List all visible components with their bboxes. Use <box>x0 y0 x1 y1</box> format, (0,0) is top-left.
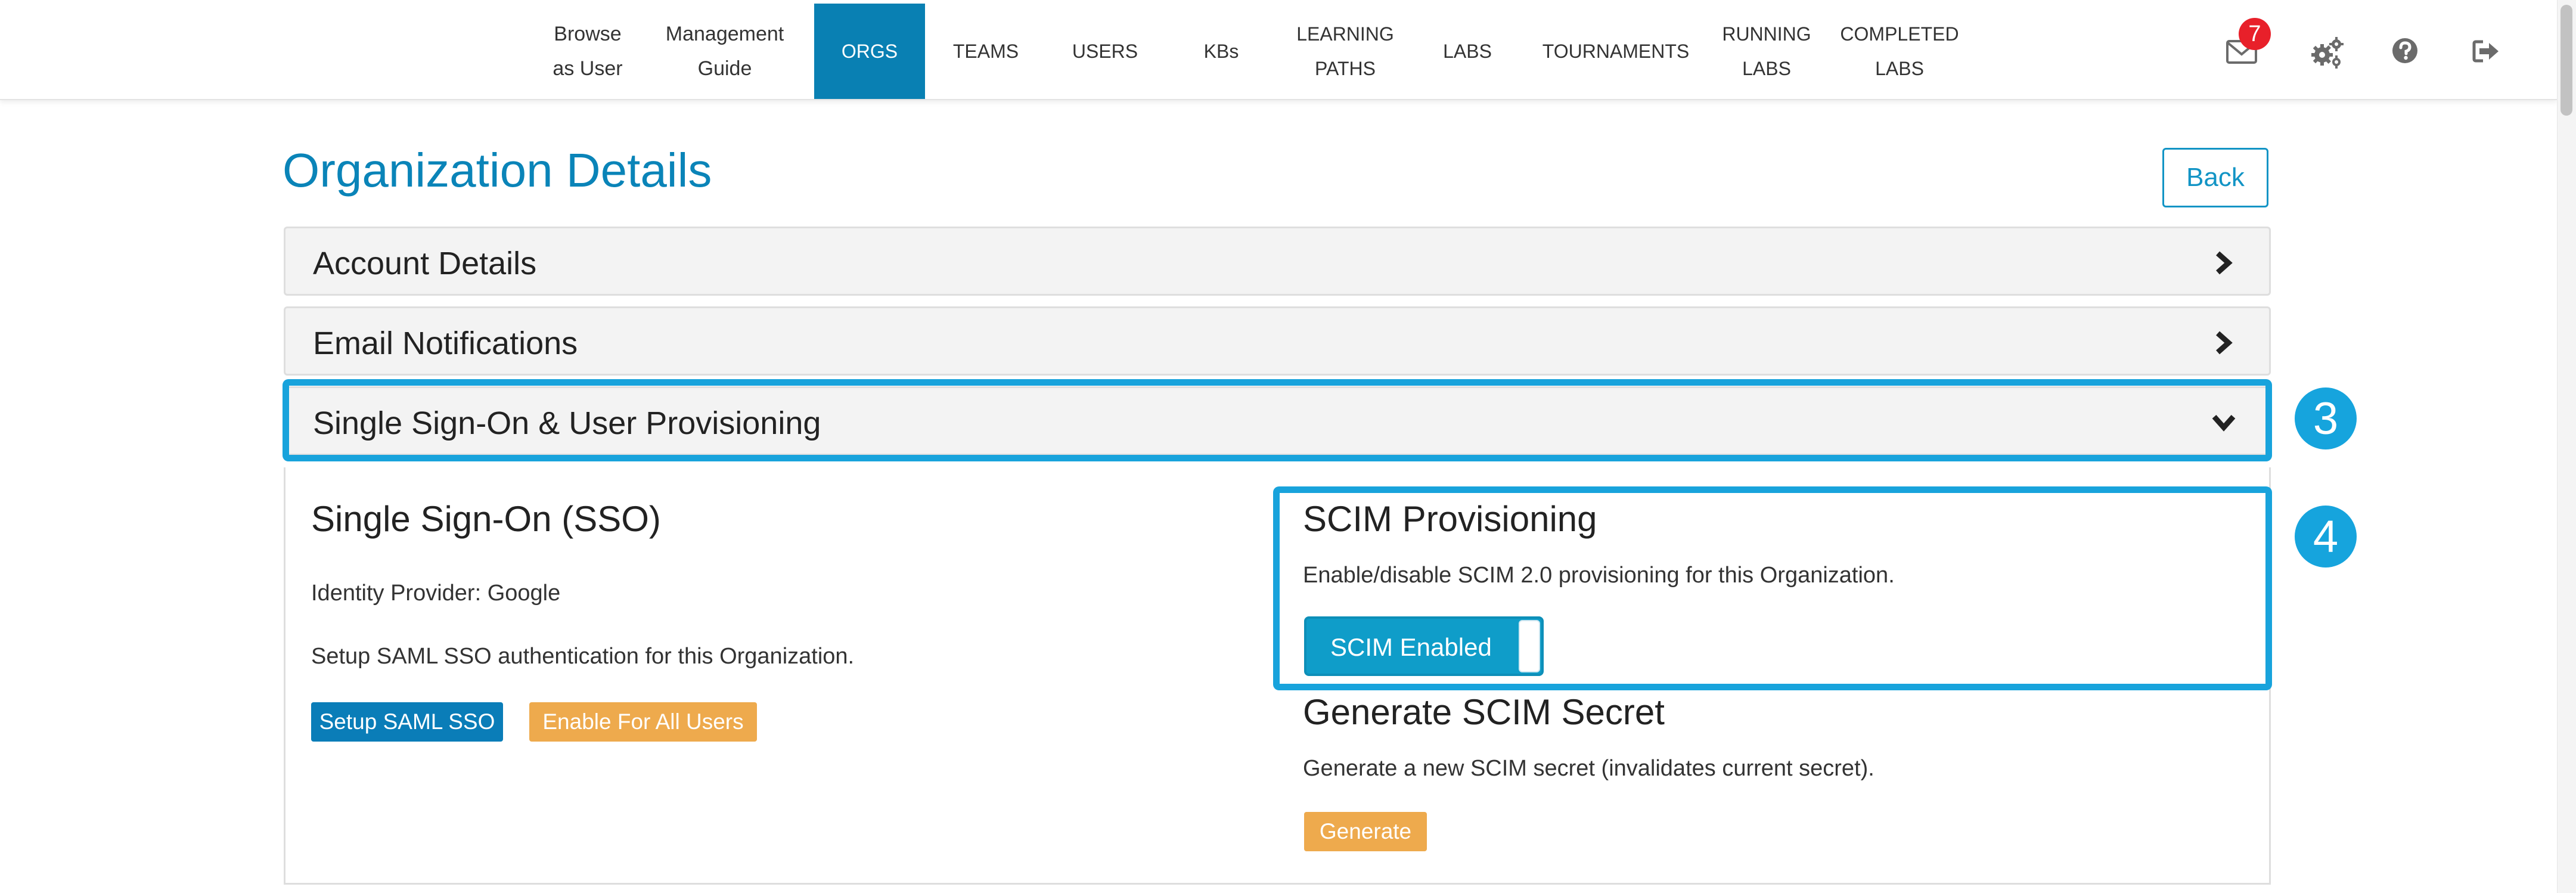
nav-tournaments[interactable]: TOURNAMENTS <box>1523 4 1708 99</box>
mail-count-badge: 7 <box>2239 18 2271 50</box>
nav-kbs[interactable]: KBs <box>1166 4 1277 99</box>
chevron-right-icon <box>2216 331 2233 355</box>
logout-icon[interactable] <box>2472 39 2500 63</box>
enable-for-all-users-button[interactable]: Enable For All Users <box>529 702 757 742</box>
nav-orgs[interactable]: ORGS <box>814 4 925 99</box>
top-navigation-bar: Browse as User Management Guide ORGS TEA… <box>0 0 2557 100</box>
page-scrollbar-thumb[interactable] <box>2561 5 2572 116</box>
scim-secret-description: Generate a new SCIM secret (invalidates … <box>1303 756 1874 781</box>
identity-provider-text: Identity Provider: Google <box>311 581 561 606</box>
accordion-title: Email Notifications <box>313 325 578 361</box>
nav-labs[interactable]: LABS <box>1415 4 1520 99</box>
accordion-title: Account Details <box>313 246 537 281</box>
callout-highlight-step-4 <box>1273 486 2272 690</box>
callout-badge-step-4: 4 <box>2295 506 2357 568</box>
help-icon[interactable] <box>2391 37 2419 64</box>
accordion-email-notifications[interactable]: Email Notifications <box>284 306 2271 376</box>
sso-description: Setup SAML SSO authentication for this O… <box>311 644 855 669</box>
callout-highlight-step-3 <box>283 379 2272 461</box>
accordion-account-details[interactable]: Account Details <box>284 227 2271 296</box>
settings-gears-icon[interactable] <box>2309 36 2345 69</box>
sso-heading: Single Sign-On (SSO) <box>311 499 661 539</box>
page-title: Organization Details <box>283 144 712 197</box>
chevron-right-icon <box>2216 251 2233 275</box>
nav-running-labs[interactable]: RUNNING LABS <box>1712 4 1821 99</box>
setup-saml-sso-button[interactable]: Setup SAML SSO <box>311 702 503 742</box>
nav-completed-labs[interactable]: COMPLETED LABS <box>1825 4 1974 99</box>
nav-browse-as-user[interactable]: Browse as User <box>536 4 639 99</box>
nav-users[interactable]: USERS <box>1047 4 1163 99</box>
callout-badge-step-3: 3 <box>2295 387 2357 449</box>
nav-teams[interactable]: TEAMS <box>927 4 1044 99</box>
generate-scim-secret-button[interactable]: Generate <box>1304 812 1427 851</box>
nav-learning-paths[interactable]: LEARNING PATHS <box>1279 4 1411 99</box>
nav-management-guide[interactable]: Management Guide <box>650 4 800 99</box>
scim-secret-heading: Generate SCIM Secret <box>1303 692 1665 732</box>
page-scrollbar[interactable] <box>2557 0 2576 893</box>
back-button[interactable]: Back <box>2162 148 2268 207</box>
